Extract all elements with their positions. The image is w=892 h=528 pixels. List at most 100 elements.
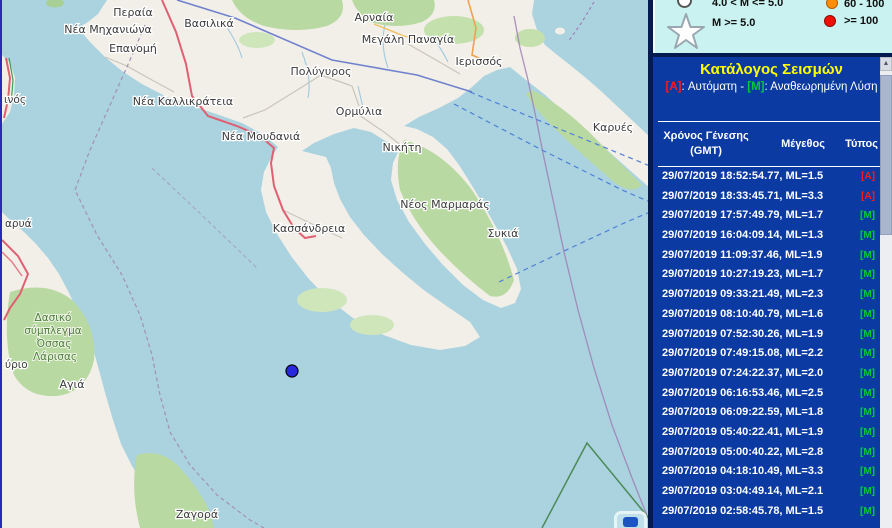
event-time-magnitude: 29/07/2019 18:52:54.77, ML=1.5 xyxy=(662,170,824,182)
catalog-scrollbar[interactable]: ▲ xyxy=(880,57,892,528)
map-label-polygyros: Πολύγυρος xyxy=(291,65,352,78)
map-label-vasilika: Βασιλικά xyxy=(184,17,233,30)
catalog-row[interactable]: 29/07/2019 18:33:45.71, ML=3.3 [A] xyxy=(658,187,885,207)
catalog-row[interactable]: 29/07/2019 06:16:53.46, ML=2.5 [M] xyxy=(658,384,885,404)
map-label-nea-michaniona: Νέα Μηχανιώνα xyxy=(64,23,151,36)
event-type-badge: [M] xyxy=(860,328,875,340)
header-origin-time: Χρόνος Γένεσης (GMT) xyxy=(663,130,749,157)
map-label-neos-marmaras: Νέος Μαρμαράς xyxy=(400,198,490,211)
legend-label-m4-5: 4.0 < M <= 5.0 xyxy=(712,0,784,9)
event-time-magnitude: 29/07/2019 06:16:53.46, ML=2.5 xyxy=(662,386,824,399)
seismic-monitor-page: Περαία Βασιλικά Νέα Μηχανιώνα Επανομή Αρ… xyxy=(0,0,892,528)
catalog-row[interactable]: 29/07/2019 05:40:22.41, ML=1.9 [M] xyxy=(658,423,885,443)
legend-label-depth-60-100: 60 - 100 xyxy=(844,0,885,10)
catalog-row[interactable]: 29/07/2019 07:24:22.37, ML=2.0 [M] xyxy=(658,364,885,384)
map-control-button[interactable] xyxy=(614,511,647,528)
map-label-peraia: Περαία xyxy=(113,6,152,19)
event-time-magnitude: 29/07/2019 05:00:40.22, ML=2.8 xyxy=(662,445,824,458)
manual-tag: [M] xyxy=(747,81,765,93)
event-time-magnitude: 29/07/2019 17:57:49.79, ML=1.7 xyxy=(662,209,824,222)
map-label-arnaia: Αρναία xyxy=(355,11,394,24)
catalog-row[interactable]: 29/07/2019 08:10:40.79, ML=1.6 [M] xyxy=(658,305,885,325)
map-control-icon xyxy=(623,517,638,527)
catalog-row[interactable]: 29/07/2019 17:57:49.79, ML=1.7 [M] xyxy=(658,206,885,226)
catalog-row[interactable]: 29/07/2019 03:04:49.14, ML=2.1 [M] xyxy=(658,482,885,502)
scrollbar-thumb[interactable] xyxy=(880,75,892,235)
earthquake-panel: 4.0 < M <= 5.0 M >= 5.0 60 - 100 >= 100 … xyxy=(648,0,892,528)
catalog-row[interactable]: 29/07/2019 07:49:15.08, ML=2.2 [M] xyxy=(658,344,885,364)
event-time-magnitude: 29/07/2019 11:09:37.46, ML=1.9 xyxy=(662,248,823,261)
event-type-badge: [A] xyxy=(861,190,875,202)
event-type-badge: [M] xyxy=(860,426,875,438)
event-type-badge: [M] xyxy=(860,505,875,517)
map-label-ierissos: Ιερισσός xyxy=(455,55,502,68)
manual-text: : Αναθεωρημένη Λύση xyxy=(764,81,878,93)
auto-text: : Αυτόματη - xyxy=(681,81,748,93)
forest-label-line3: Όσσας xyxy=(36,338,72,350)
header-type: Τύπος xyxy=(845,138,878,150)
map-label-nikiti: Νικήτη xyxy=(383,141,422,154)
map-label-kassandreia: Κασσάνδρεια xyxy=(273,222,345,235)
forest-label-line2: σύμπλεγμα xyxy=(24,325,82,337)
legend-label-depth-100: >= 100 xyxy=(844,15,879,27)
event-type-badge: [M] xyxy=(860,210,875,222)
catalog-title: Κατάλογος Σεισμών xyxy=(700,61,843,78)
event-type-badge: [M] xyxy=(860,367,875,379)
event-time-magnitude: 29/07/2019 07:49:15.08, ML=2.2 xyxy=(662,347,824,360)
earthquake-catalog: Κατάλογος Σεισμών [A]: Αυτόματη - [M]: Α… xyxy=(658,57,885,528)
event-time-magnitude: 29/07/2019 18:33:45.71, ML=3.3 xyxy=(662,189,824,202)
event-time-magnitude: 29/07/2019 06:09:22.59, ML=1.8 xyxy=(662,406,824,419)
catalog-row[interactable]: 29/07/2019 16:04:09.14, ML=1.3 [M] xyxy=(658,226,885,246)
catalog-row[interactable]: 29/07/2019 02:58:45.78, ML=1.5 [M] xyxy=(658,502,885,522)
catalog-subtitle: [A]: Αυτόματη - [M]: Αναθεωρημένη Λύση xyxy=(658,79,885,95)
catalog-row[interactable]: 29/07/2019 04:18:10.49, ML=3.3 [M] xyxy=(658,462,885,482)
earthquake-marker[interactable] xyxy=(285,364,299,378)
map-label-partial-inos: ινός xyxy=(4,94,26,106)
event-type-badge: [A] xyxy=(861,171,875,182)
map-label-agia: Αγιά xyxy=(59,378,84,391)
forest-label-line1: Δασικό xyxy=(35,312,72,324)
legend-label-m5: M >= 5.0 xyxy=(712,17,756,29)
catalog-row[interactable]: 29/07/2019 05:00:40.22, ML=2.8 [M] xyxy=(658,443,885,463)
event-type-badge: [M] xyxy=(860,407,875,419)
scrollbar-up-arrow[interactable]: ▲ xyxy=(880,57,892,71)
forest-label-line4: Λάρισας xyxy=(33,351,77,363)
event-type-badge: [M] xyxy=(860,446,875,458)
catalog-row[interactable]: 29/07/2019 06:09:22.59, ML=1.8 [M] xyxy=(658,403,885,423)
event-time-magnitude: 29/07/2019 10:27:19.23, ML=1.7 xyxy=(662,268,824,281)
event-time-magnitude: 29/07/2019 07:24:22.37, ML=2.0 xyxy=(662,366,824,379)
event-time-magnitude: 29/07/2019 08:10:40.79, ML=1.6 xyxy=(662,307,824,320)
catalog-row[interactable]: 29/07/2019 09:33:21.49, ML=2.3 [M] xyxy=(658,285,885,305)
event-type-badge: [M] xyxy=(860,249,875,261)
magnitude-star-icon xyxy=(667,13,705,49)
map-label-karyes: Καρυές xyxy=(593,121,633,134)
event-time-magnitude: 29/07/2019 05:40:22.41, ML=1.9 xyxy=(662,425,824,438)
event-type-badge: [M] xyxy=(860,348,875,360)
map-label-epanomi: Επανομή xyxy=(109,42,157,55)
map[interactable]: Περαία Βασιλικά Νέα Μηχανιώνα Επανομή Αρ… xyxy=(0,0,650,528)
magnitude-depth-legend: 4.0 < M <= 5.0 M >= 5.0 60 - 100 >= 100 xyxy=(653,0,892,53)
catalog-row[interactable]: 29/07/2019 18:52:54.77, ML=1.5 [A] xyxy=(658,167,885,187)
map-label-nea-moudania: Νέα Μουδανιά xyxy=(222,130,301,143)
depth-60-100-icon xyxy=(826,0,838,9)
auto-tag: [A] xyxy=(665,81,682,93)
catalog-column-headers: Χρόνος Γένεσης (GMT) Μέγεθος Τύπος xyxy=(658,122,885,166)
catalog-row[interactable]: 29/07/2019 11:09:37.46, ML=1.9 [M] xyxy=(658,246,885,266)
event-time-magnitude: 29/07/2019 02:58:45.78, ML=1.5 xyxy=(662,504,824,517)
event-type-badge: [M] xyxy=(860,230,875,242)
map-label-partial-arya: αρυά xyxy=(5,218,32,230)
event-type-badge: [M] xyxy=(860,269,875,281)
map-label-zagora: Ζαγορά xyxy=(176,508,218,521)
catalog-row[interactable]: 29/07/2019 07:52:30.26, ML=1.9 [M] xyxy=(658,325,885,345)
event-type-badge: [M] xyxy=(860,308,875,320)
map-label-sykia: Συκιά xyxy=(488,227,519,240)
event-time-magnitude: 29/07/2019 04:18:10.49, ML=3.3 xyxy=(662,465,824,478)
magnitude-circle-icon xyxy=(677,0,692,8)
islet-ammouliani xyxy=(555,27,565,35)
event-time-magnitude: 29/07/2019 16:04:09.14, ML=1.3 xyxy=(662,229,824,242)
event-time-magnitude: 29/07/2019 07:52:30.26, ML=1.9 xyxy=(662,327,824,340)
depth-100-icon xyxy=(824,15,836,27)
event-time-magnitude: 29/07/2019 03:04:49.14, ML=2.1 xyxy=(662,485,824,497)
event-type-badge: [M] xyxy=(860,486,875,497)
catalog-row[interactable]: 29/07/2019 10:27:19.23, ML=1.7 [M] xyxy=(658,265,885,285)
